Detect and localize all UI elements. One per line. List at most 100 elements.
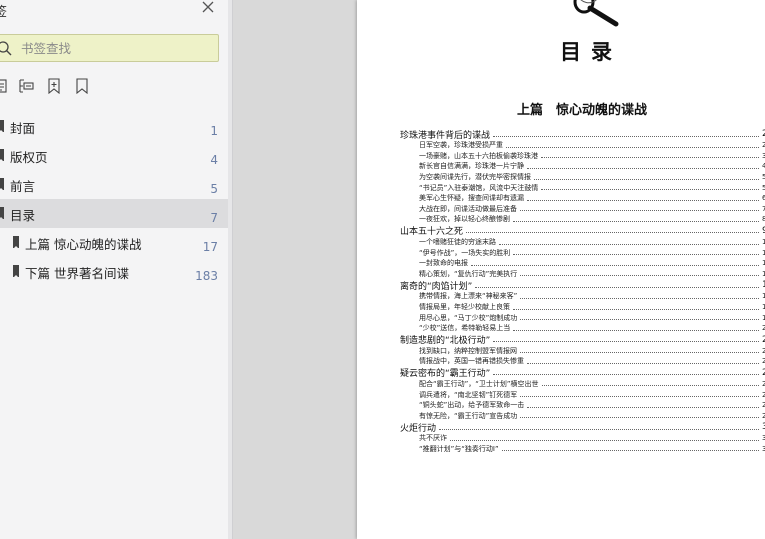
table-of-contents: 珍珠港事件背后的谍战 2 日军空袭，珍珠港受损严重 2 一场豪赌，山本五十六拍板偷袭珍珠… [400, 128, 765, 454]
toc-entry-title: 疑云密布的“霸王行动” [400, 369, 491, 379]
toc-entry-title: 为空袭间谍先行，潜伏完毕密探情报 [419, 173, 531, 182]
toc-entry-title: “推翻计划”与“独奏行动Ⅰ” [419, 444, 499, 453]
toc-chapter[interactable]: 离奇的“肉馅计划”15 [400, 279, 765, 291]
toc-section[interactable]: 日军空袭，珍珠港受损严重 2 [400, 140, 765, 151]
toc-section[interactable]: “书记员”入驻泰潮馆，风流中天注鼓情 5 [400, 182, 765, 193]
toc-section[interactable]: 找到缺口，纳粹控制盟军情报网22 [400, 346, 765, 357]
toc-section[interactable]: 配合“霸王行动”，“卫士计划”横空出世26 [400, 379, 765, 390]
bookmark-page-number: 4 [210, 153, 218, 167]
toc-section[interactable]: “少校”送信，希特勒轻易上当20 [400, 323, 765, 334]
toc-entry-title: 调兵遣将，“南北坚韧”钉死德军 [419, 390, 518, 399]
bookmark-label: 前言 [10, 179, 36, 194]
bookmark-item-copyright[interactable]: 版权页 4 [0, 141, 232, 170]
toc-entry-title: “少校”送信，希特勒轻易上当 [419, 324, 511, 333]
bookmark-sidebar: 签 封面 1 [0, 0, 233, 539]
toc-leader-dots [541, 157, 759, 159]
toc-section[interactable]: 一个嗜赌狂徒的穷途末路10 [400, 237, 765, 248]
bookmark-label: 目录 [10, 208, 36, 223]
sidebar-resize-handle[interactable] [228, 0, 232, 539]
toc-entry-title: 一场豪赌，山本五十六拍板偷袭珍珠港 [419, 151, 538, 160]
part-heading: 上篇 惊心动魄的谍战 [517, 103, 648, 118]
bookmark-item-contents[interactable]: 目录 7 [0, 199, 232, 228]
toc-chapter[interactable]: 疑云密布的“霸王行动”26 [400, 367, 765, 379]
toc-leader-dots [493, 374, 759, 376]
toc-entry-title: 制造悲剧的“北极行动” [400, 336, 491, 346]
toc-section[interactable]: 新长官自信满满，珍珠港一片宁静 4 [400, 161, 765, 172]
toc-entry-title: 珍珠港事件背后的谍战 [400, 130, 491, 141]
toc-leader-dots [541, 189, 759, 191]
toc-leader-dots [513, 254, 759, 256]
bookmark-label: 下篇 世界著名间谍 [25, 266, 129, 281]
collapse-all-icon[interactable] [18, 78, 34, 94]
toc-leader-dots [527, 362, 759, 364]
toc-entry-title: “书记员”入驻泰潮馆，风流中天注鼓情 [419, 183, 539, 192]
bookmark-search-box[interactable] [0, 34, 219, 62]
toc-section[interactable]: 美军心生怀疑，搜查间谍却有遗漏 6 [400, 193, 765, 204]
toc-section[interactable]: “铜头蛇”出动，给予德军致命一击29 [400, 400, 765, 411]
toc-section[interactable]: 情报战中，英国一错再错损失惨重24 [400, 356, 765, 367]
toc-entry-title: 一个嗜赌狂徒的穷途末路 [419, 238, 496, 247]
toc-entry-title: 离奇的“肉馅计划” [400, 281, 473, 292]
toc-section[interactable]: 一夜狂欢，掉以轻心终酿惨剧 8 [400, 214, 765, 225]
toc-leader-dots [493, 135, 759, 137]
toc-entry-title: 精心策划，“复仇行动”完美执行 [419, 269, 518, 278]
toc-section[interactable]: “推翻计划”与“独奏行动Ⅰ”32 [400, 444, 765, 455]
toc-entry-title: 美军心生怀疑，搜查间谍却有遗漏 [419, 194, 524, 203]
toc-chapter[interactable]: 制造悲剧的“北极行动”22 [400, 334, 765, 346]
bookmark-item-part-two[interactable]: 下篇 世界著名间谍 183 [0, 257, 232, 286]
document-page: 目录 上篇 惊心动魄的谍战 珍珠港事件背后的谍战 2 日军空袭，珍珠港受损严重 2 一场… [357, 0, 765, 539]
bookmark-item-part-one[interactable]: 上篇 惊心动魄的谍战 17 [0, 228, 232, 257]
close-icon[interactable] [200, 0, 216, 16]
toc-entry-title: 有惊无险，“霸王行动”宣告成功 [419, 411, 518, 420]
toc-entry-title: 情报战中，英国一错再错损失惨重 [419, 357, 524, 366]
bookmark-item-preface[interactable]: 前言 5 [0, 170, 232, 199]
toc-section[interactable]: “伊号作战”，一场失实的胜利11 [400, 247, 765, 258]
toc-leader-dots [513, 220, 759, 222]
bookmark-flag-icon [0, 178, 4, 191]
toc-entry-title: 大战在即，间谍活动做最后准备 [419, 204, 517, 213]
toc-section[interactable]: 携带情报，海上漂来“神秘来客”15 [400, 291, 765, 302]
toc-leader-dots [534, 178, 759, 180]
toc-section[interactable]: 精心策划，“复仇行动”完美执行14 [400, 269, 765, 280]
toc-chapter[interactable]: 山本五十六之死 9 [400, 225, 765, 237]
toc-leader-dots [520, 319, 759, 321]
toc-leader-dots [450, 439, 759, 441]
toc-leader-dots [520, 275, 759, 277]
toc-entry-title: “伊号作战”，一场失实的胜利 [419, 248, 511, 257]
toc-section[interactable]: 一封致命的电报13 [400, 258, 765, 269]
toc-leader-dots [439, 428, 759, 430]
bookmark-item-cover[interactable]: 封面 1 [0, 112, 232, 141]
bookmark-page-number: 7 [210, 211, 218, 225]
bookmark-flag-icon [0, 120, 4, 133]
toc-section[interactable]: 有惊无险，“霸王行动”宣告成功29 [400, 410, 765, 421]
toc-entry-title: 山本五十六之死 [400, 227, 464, 237]
toc-chapter[interactable]: 珍珠港事件背后的谍战 2 [400, 128, 765, 140]
add-bookmark-icon[interactable] [46, 78, 62, 94]
toc-leader-dots [513, 329, 759, 331]
toc-section[interactable]: 调兵遣将，“南北坚韧”钉死德军27 [400, 389, 765, 400]
bookmark-page-number: 5 [210, 182, 218, 196]
toc-leader-dots [506, 146, 759, 148]
bookmark-icon[interactable] [74, 78, 90, 94]
toc-leader-dots [541, 385, 759, 387]
bookmark-search-input[interactable] [21, 39, 201, 57]
bookmark-list: 封面 1 版权页 4 前言 5 目录 7 上篇 惊心动魄的谍战 17 下篇 世界… [0, 112, 232, 286]
toc-leader-dots [471, 264, 759, 266]
toc-leader-dots [466, 232, 759, 234]
toc-section[interactable]: 为空袭间谍先行，潜伏完毕密探情报 5 [400, 172, 765, 183]
expand-all-icon[interactable] [0, 78, 10, 94]
toc-entry-title: 配合“霸王行动”，“卫士计划”横空出世 [419, 379, 539, 388]
toc-section[interactable]: 用尽心思，“马丁少校”炮制成功18 [400, 312, 765, 323]
toc-entry-title: 情报局里，年轻少校献上良策 [419, 303, 510, 312]
toc-section[interactable]: 共不厌诈30 [400, 433, 765, 444]
toc-section[interactable]: 大战在即，间谍活动做最后准备 7 [400, 204, 765, 215]
toc-leader-dots [527, 406, 759, 408]
toc-leader-dots [493, 341, 759, 342]
toc-section[interactable]: 情报局里，年轻少校献上良策16 [400, 302, 765, 313]
toc-chapter[interactable]: 火炬行动30 [400, 421, 765, 433]
toc-section[interactable]: 一场豪赌，山本五十六拍板偷袭珍珠港 3 [400, 151, 765, 162]
toc-leader-dots [520, 352, 759, 354]
bookmark-toolbar [0, 76, 232, 96]
toc-leader-dots [475, 286, 759, 288]
bookmark-label: 版权页 [10, 150, 48, 165]
